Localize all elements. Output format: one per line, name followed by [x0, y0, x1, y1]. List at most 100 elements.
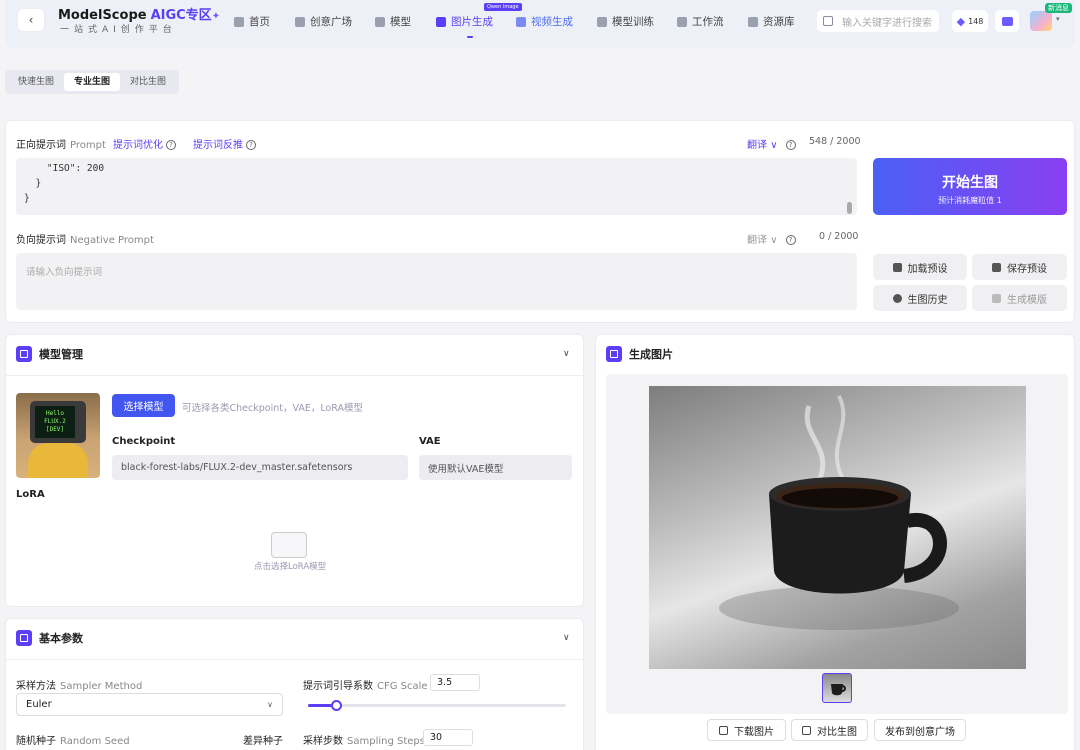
generate-cost: 预计消耗魔粒值 1: [938, 196, 1002, 205]
tab-quick-gen[interactable]: 快速生图: [8, 73, 64, 91]
help-icon: ?: [785, 235, 796, 245]
lora-label: LoRA: [16, 489, 45, 500]
nav-plaza[interactable]: 创意广场: [295, 14, 352, 29]
divider: [5, 659, 584, 660]
nav-home[interactable]: 首页: [234, 14, 270, 29]
image-icon: [606, 346, 622, 362]
training-icon: [597, 16, 607, 27]
chevron-down-icon: ∨: [770, 235, 778, 246]
clock-icon: [892, 293, 902, 303]
brand-name: ModelScope: [58, 8, 147, 23]
model-hint: 可选择各类Checkpoint，VAE，LoRA模型: [182, 403, 363, 414]
plaza-icon: [295, 16, 305, 27]
variation-seed-label: 差异种子: [243, 736, 283, 747]
empty-tray-icon[interactable]: [271, 532, 307, 558]
save-preset-button[interactable]: 保存预设: [972, 254, 1067, 280]
generate-button[interactable]: 开始生图 预计消耗魔粒值 1: [873, 158, 1067, 215]
help-icon: ?: [246, 140, 256, 150]
nav-active-indicator: [467, 36, 473, 38]
cfg-input[interactable]: 3.5: [430, 674, 480, 691]
thumbnail-caption: Hello FLUX.2 [DEV]: [35, 406, 75, 438]
prompt-char-count: 548 / 2000: [809, 136, 861, 147]
select-model-button[interactable]: 选择模型: [112, 394, 175, 417]
prompt-textarea[interactable]: "ISO": 200 } }: [16, 158, 857, 215]
cfg-slider[interactable]: [308, 700, 566, 711]
home-icon: [234, 16, 244, 27]
sampler-select[interactable]: Euler ∨: [16, 693, 283, 716]
checkpoint-field[interactable]: black-forest-labs/FLUX.2-dev_master.safe…: [112, 455, 408, 480]
figure-body: [28, 443, 88, 478]
help-icon: ?: [785, 140, 796, 150]
library-icon: [748, 16, 758, 27]
nav-image-gen[interactable]: 图片生成: [436, 14, 493, 29]
back-button[interactable]: ‹: [17, 8, 45, 32]
chevron-down-icon: ∨: [267, 700, 273, 709]
model-panel-header: 模型管理: [16, 346, 83, 362]
points-badge[interactable]: ◆ 148: [952, 10, 988, 32]
negative-translate-button[interactable]: 翻译 ∨?: [747, 231, 796, 246]
document-icon: [16, 630, 32, 646]
prompt-optimize-link[interactable]: 提示词优化?: [113, 136, 176, 151]
nav-library[interactable]: 资源库: [748, 14, 795, 29]
grid-icon: [16, 346, 32, 362]
model-thumbnail[interactable]: Hello FLUX.2 [DEV]: [16, 393, 100, 478]
seed-label: 随机种子 Random Seed: [16, 736, 130, 747]
load-preset-button[interactable]: 加载预设: [873, 254, 967, 280]
params-panel-header: 基本参数: [16, 630, 83, 646]
coffee-thumb-icon: [831, 684, 846, 696]
history-button[interactable]: 生图历史: [873, 285, 967, 311]
brand-slogan: 一站式AI创作平台: [60, 25, 177, 35]
gear-icon: [892, 262, 902, 272]
nav-video-gen[interactable]: 视频生成: [516, 14, 573, 29]
tab-compare-gen[interactable]: 对比生图: [120, 73, 176, 91]
vae-field[interactable]: 使用默认VAE模型: [419, 455, 572, 480]
generate-label: 开始生图: [942, 175, 998, 191]
search-input[interactable]: 输入关键字进行搜索: [817, 10, 939, 32]
publish-button[interactable]: 发布到创意广场: [874, 719, 966, 741]
checkpoint-label: Checkpoint: [112, 436, 176, 447]
divider: [5, 375, 584, 376]
output-panel-header: 生成图片: [606, 346, 673, 362]
coffee-cup-illustration: [719, 395, 959, 630]
scrollbar[interactable]: [847, 202, 852, 214]
help-icon: ?: [166, 140, 176, 150]
compare-image-button[interactable]: 对比生图: [791, 719, 868, 741]
save-icon: [992, 262, 1001, 272]
steps-input[interactable]: 30: [423, 729, 473, 746]
translate-button[interactable]: 翻译 ∨?: [747, 136, 796, 151]
user-avatar[interactable]: [1030, 11, 1052, 31]
workflow-icon: [677, 16, 687, 27]
chevron-down-icon[interactable]: ▾: [1056, 15, 1060, 23]
steps-label: 采样步数 Sampling Steps: [303, 736, 425, 747]
video-icon: [516, 16, 526, 27]
nav-workflow[interactable]: 工作流: [677, 14, 724, 29]
prompt-reverse-link[interactable]: 提示词反推?: [193, 136, 256, 151]
qwen-image-badge: Qwen Image: [484, 3, 522, 11]
lora-select-hint[interactable]: 点击选择LoRA模型: [254, 560, 326, 572]
prompt-label: 正向提示词 Prompt: [16, 140, 106, 151]
template-button[interactable]: 生成模版: [972, 285, 1067, 311]
model-icon: [375, 16, 385, 27]
brand-accent: AIGC专区: [150, 8, 212, 23]
tab-pro-gen[interactable]: 专业生图: [64, 73, 121, 91]
chevron-left-icon: ‹: [28, 13, 34, 27]
negative-char-count: 0 / 2000: [819, 231, 859, 242]
image-thumbnail[interactable]: [822, 673, 852, 703]
compare-icon: [802, 725, 811, 735]
sampler-label: 采样方法 Sampler Method: [16, 681, 143, 692]
chevron-down-icon[interactable]: ∨: [563, 633, 570, 643]
nav-model[interactable]: 模型: [375, 14, 411, 29]
nav-training[interactable]: 模型训练: [597, 14, 654, 29]
message-button[interactable]: [995, 10, 1019, 32]
download-image-button[interactable]: 下载图片: [707, 719, 786, 741]
negative-prompt-textarea[interactable]: 请输入负向提示词: [16, 253, 857, 310]
brand-logo[interactable]: ModelScope AIGC专区✦: [58, 4, 220, 23]
grid-icon: [992, 293, 1001, 303]
generated-image[interactable]: [649, 386, 1026, 669]
new-message-badge: 新消息: [1045, 3, 1072, 13]
prompt-text: "ISO": 200 } }: [24, 163, 105, 204]
negative-placeholder: 请输入负向提示词: [26, 267, 103, 278]
image-search-icon: [823, 16, 833, 26]
image-icon: [436, 16, 446, 27]
chevron-down-icon[interactable]: ∨: [563, 349, 570, 359]
